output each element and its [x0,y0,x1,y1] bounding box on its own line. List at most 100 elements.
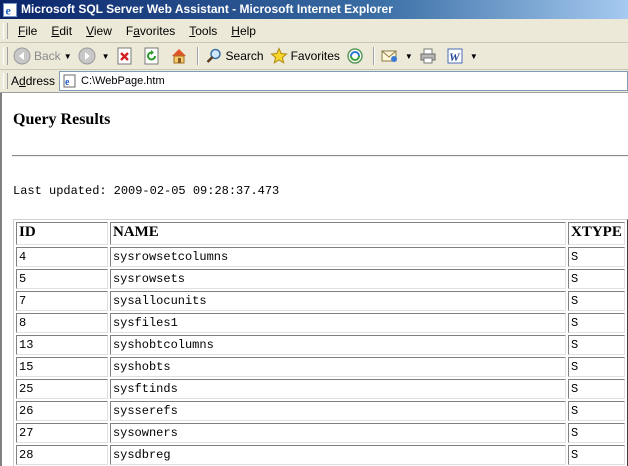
svg-text:e: e [65,77,70,88]
cell-name: syshobts [109,357,566,377]
menu-grip[interactable] [3,23,8,39]
table-row: 15 syshobts S [16,357,625,377]
table-row: 5 sysrowsets S [16,269,625,289]
cell-xtype: S [568,379,625,399]
mail-icon [381,47,399,65]
cell-id: 27 [16,423,108,443]
stop-button[interactable] [113,45,140,67]
table-row: 8 sysfiles1 S [16,313,625,333]
forward-arrow-icon [78,47,96,65]
page-content[interactable]: Query Results Last updated: 2009-02-05 09… [0,93,628,466]
cell-id: 13 [16,335,108,355]
table-row: 4 sysrowsetcolumns S [16,247,625,267]
search-label: Search [225,49,264,63]
address-value: C:\WebPage.htm [81,75,165,87]
toolbar-grip[interactable] [3,47,8,65]
cell-id: 7 [16,291,108,311]
horizontal-rule [12,155,628,157]
menu-file[interactable]: File [11,20,44,42]
favorites-button[interactable]: Favorites [267,45,343,67]
cell-name: sysserefs [109,401,566,421]
home-button[interactable] [167,45,194,67]
table-row: 25 sysftinds S [16,379,625,399]
search-button[interactable]: Search [202,45,267,67]
media-button[interactable] [343,45,370,67]
cell-name: sysrowsets [109,269,566,289]
refresh-button[interactable] [140,45,167,67]
cell-id: 4 [16,247,108,267]
cell-xtype: S [568,247,625,267]
cell-name: sysfiles1 [109,313,566,333]
toolbar-separator [372,47,375,65]
menu-tools[interactable]: Tools [182,20,224,42]
forward-button[interactable]: ▼ [75,45,113,67]
table-header-row: ID NAME XTYPE [16,222,625,245]
title-bar[interactable]: e Microsoft SQL Server Web Assistant - M… [0,0,628,19]
back-arrow-icon [13,47,31,65]
cell-name: sysrowsetcolumns [109,247,566,267]
cell-xtype: S [568,357,625,377]
page-title: Query Results [13,111,111,128]
menu-help[interactable]: Help [224,20,263,42]
edit-button[interactable]: W ▼ [443,45,481,67]
header-xtype: XTYPE [568,222,625,245]
menu-favorites[interactable]: Favorites [119,20,182,42]
media-icon [346,47,364,65]
table-row: 26 sysserefs S [16,401,625,421]
last-updated: Last updated: 2009-02-05 09:28:37.473 [13,184,279,198]
last-updated-label: Last updated: [13,184,107,198]
svg-text:W: W [449,50,461,64]
forward-dropdown-icon[interactable]: ▼ [102,52,110,61]
svg-text:e: e [6,3,12,17]
page-icon: e [63,74,77,88]
results-table: ID NAME XTYPE 4 sysrowsetcolumns S 5 sys… [13,219,628,466]
standard-toolbar: Back ▼ ▼ Search Favorites ▼ W ▼ [0,43,628,70]
toolbar-separator [196,47,199,65]
cell-xtype: S [568,423,625,443]
table-row: 13 syshobtcolumns S [16,335,625,355]
print-icon [419,47,437,65]
table-row: 27 sysowners S [16,423,625,443]
window-title: Microsoft SQL Server Web Assistant - Mic… [21,2,393,16]
table-row: 7 sysallocunits S [16,291,625,311]
header-id: ID [16,222,108,245]
word-edit-icon: W [446,47,464,65]
cell-name: sysallocunits [109,291,566,311]
address-input[interactable]: e C:\WebPage.htm [59,71,628,91]
home-icon [170,47,188,65]
table-row: 28 sysdbreg S [16,445,625,465]
ie-window: e Microsoft SQL Server Web Assistant - M… [0,0,628,466]
cell-xtype: S [568,445,625,465]
mail-dropdown-icon[interactable]: ▼ [405,52,413,61]
favorites-label: Favorites [290,49,340,63]
mail-button[interactable]: ▼ [378,45,416,67]
cell-id: 25 [16,379,108,399]
cell-id: 26 [16,401,108,421]
address-grip[interactable] [3,73,8,89]
back-label: Back [34,49,61,63]
cell-xtype: S [568,313,625,333]
back-button[interactable]: Back ▼ [10,45,75,67]
cell-name: syshobtcolumns [109,335,566,355]
menu-view[interactable]: View [79,20,119,42]
cell-id: 15 [16,357,108,377]
favorites-star-icon [269,47,288,65]
search-icon [205,47,223,65]
last-updated-value: 2009-02-05 09:28:37.473 [113,184,280,198]
print-button[interactable] [416,45,443,67]
address-bar: Address e C:\WebPage.htm [0,70,628,93]
cell-xtype: S [568,401,625,421]
cell-id: 8 [16,313,108,333]
back-dropdown-icon[interactable]: ▼ [64,52,72,61]
cell-xtype: S [568,269,625,289]
refresh-icon [143,47,161,65]
cell-xtype: S [568,335,625,355]
header-name: NAME [109,222,566,245]
cell-id: 5 [16,269,108,289]
cell-name: sysdbreg [109,445,566,465]
cell-name: sysftinds [109,379,566,399]
cell-xtype: S [568,291,625,311]
menu-bar: File Edit View Favorites Tools Help [0,20,628,43]
menu-edit[interactable]: Edit [44,20,79,42]
edit-dropdown-icon[interactable]: ▼ [470,52,478,61]
